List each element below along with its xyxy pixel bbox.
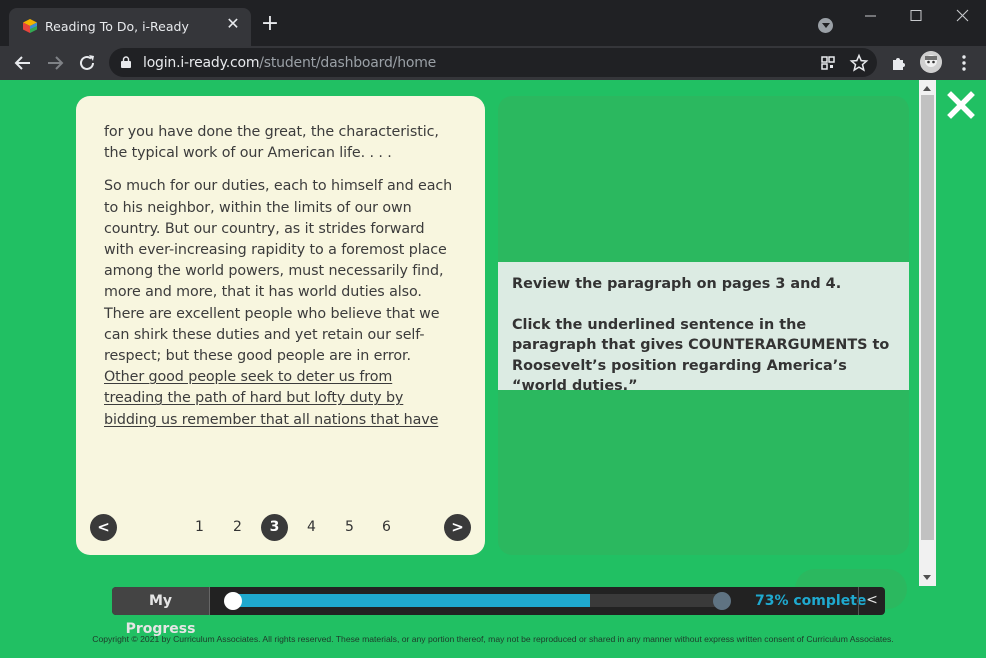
page-navigation: < 1 2 3 4 5 6 > (90, 514, 471, 542)
question-prompt: Review the paragraph on pages 3 and 4. C… (498, 262, 909, 394)
profile-avatar-icon (920, 51, 942, 73)
copyright-notice: Copyright © 2021 by Curriculum Associate… (92, 634, 894, 644)
url-text: login.i-ready.com/student/dashboard/home (143, 55, 436, 71)
page-scrollbar[interactable] (919, 80, 936, 586)
lock-icon (121, 56, 131, 68)
scroll-up-icon[interactable] (923, 86, 931, 91)
address-bar[interactable]: login.i-ready.com/student/dashboard/home (109, 48, 877, 77)
minimize-icon[interactable] (860, 6, 880, 26)
maximize-icon[interactable] (906, 6, 926, 26)
url-host: login.i-ready.com (143, 55, 260, 71)
progress-start-marker (224, 592, 242, 610)
previous-page-button[interactable]: < (90, 514, 117, 541)
browser-tab[interactable]: Reading To Do, i-Ready ✕ (9, 8, 251, 46)
progress-track (232, 594, 722, 607)
prompt-instruction-click: Click the underlined sentence in the par… (512, 316, 890, 395)
window-close-icon[interactable] (952, 6, 972, 26)
url-path: /student/dashboard/home (259, 55, 437, 71)
progress-end-marker (713, 592, 731, 610)
browser-tab-bar: Reading To Do, i-Ready ✕ + (0, 0, 986, 46)
forward-arrow-icon[interactable] (44, 52, 66, 74)
progress-bar: My Progress 73% complete < (112, 587, 885, 637)
prompt-instruction-review: Review the paragraph on pages 3 and 4. (512, 276, 842, 292)
scrollbar-thumb[interactable] (921, 95, 934, 540)
qr-code-icon[interactable] (817, 52, 839, 74)
profile-avatar[interactable] (920, 51, 942, 73)
passage-sentence-plain: So much for our duties, each to himself … (104, 178, 453, 365)
reading-passage-panel: for you have done the great, the charact… (76, 96, 485, 555)
progress-percent: 73% complete (755, 593, 867, 609)
extensions-puzzle-icon[interactable] (888, 52, 910, 74)
page-button-1[interactable]: 1 (186, 514, 213, 541)
close-lesson-icon[interactable] (946, 90, 976, 120)
scroll-down-icon[interactable] (923, 575, 931, 580)
lesson-page: for you have done the great, the charact… (0, 80, 986, 658)
reload-icon[interactable] (76, 52, 98, 74)
progress-fill (232, 594, 590, 607)
passage-text: for you have done the great, the charact… (104, 122, 454, 443)
browser-toolbar: login.i-ready.com/student/dashboard/home (0, 46, 986, 80)
back-arrow-icon[interactable] (12, 52, 34, 74)
next-page-button[interactable]: > (444, 514, 471, 541)
page-button-5[interactable]: 5 (336, 514, 363, 541)
page-button-3-current[interactable]: 3 (261, 514, 288, 541)
passage-paragraph: for you have done the great, the charact… (104, 124, 439, 162)
new-tab-icon[interactable]: + (260, 13, 280, 35)
progress-label: My Progress (112, 587, 210, 637)
page-button-4[interactable]: 4 (298, 514, 325, 541)
underlined-sentence[interactable]: Other good people seek to deter us from … (104, 369, 438, 427)
bookmark-star-icon[interactable] (848, 52, 870, 74)
browser-menu-icon[interactable] (953, 52, 975, 74)
page-button-2[interactable]: 2 (224, 514, 251, 541)
tab-close-icon[interactable]: ✕ (224, 16, 242, 34)
tab-search-icon[interactable] (818, 18, 833, 33)
passage-paragraph: So much for our duties, each to himself … (104, 176, 454, 430)
i-ready-cube-icon (23, 19, 37, 33)
progress-collapse-button[interactable]: < (858, 587, 885, 615)
tab-title: Reading To Do, i-Ready (45, 19, 189, 34)
question-panel: Review the paragraph on pages 3 and 4. C… (498, 96, 909, 555)
page-button-6[interactable]: 6 (373, 514, 400, 541)
